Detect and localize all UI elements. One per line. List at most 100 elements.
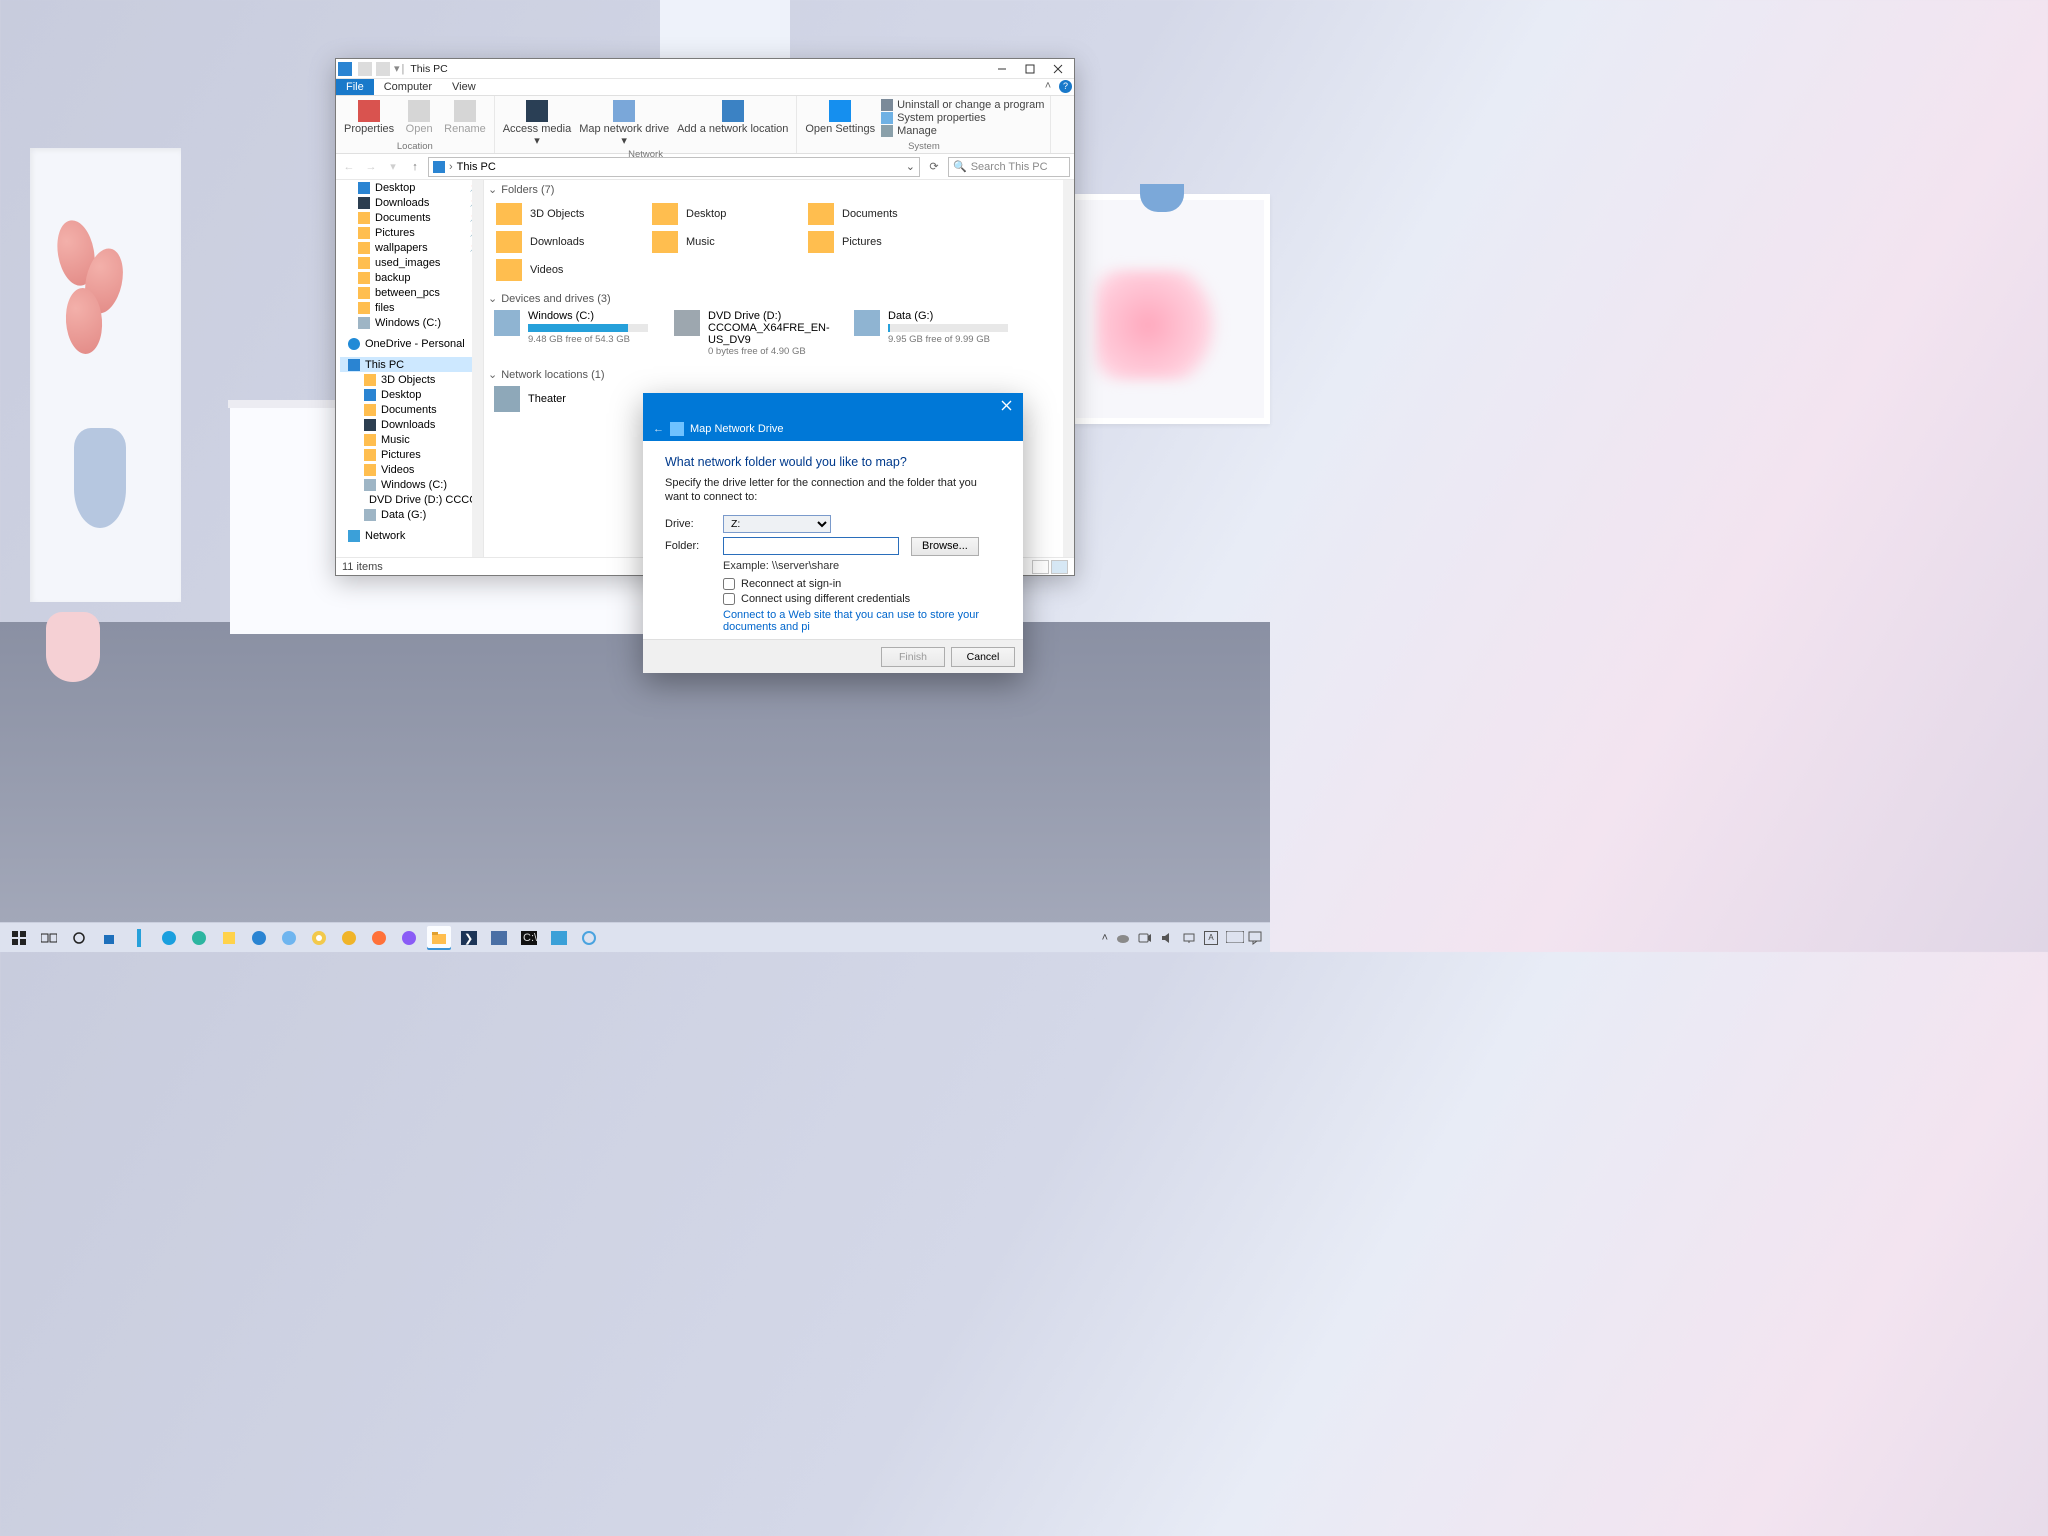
tree-item[interactable]: Windows (C:) (346, 477, 483, 492)
drive-select[interactable]: Z: (723, 515, 831, 533)
tree-item[interactable]: Documents (346, 402, 483, 417)
task-view-button[interactable] (37, 926, 61, 950)
firefox-dev-icon[interactable] (397, 926, 421, 950)
open-settings-button[interactable]: Open Settings (803, 99, 877, 137)
system-tray[interactable]: ˄ A (1102, 931, 1266, 945)
ie-icon[interactable] (247, 926, 271, 950)
tree-this-pc[interactable]: This PC (340, 357, 483, 372)
tray-chevron-up-icon[interactable]: ˄ (1102, 932, 1108, 944)
tree-item[interactable]: Data (G:) (346, 507, 483, 522)
access-media-button[interactable]: Access media▾ (501, 99, 573, 147)
folder-tile[interactable]: 3D Objects (494, 201, 646, 227)
cortana-icon[interactable] (577, 926, 601, 950)
search-input[interactable]: 🔍 Search This PC (948, 157, 1070, 177)
tree-scrollbar[interactable] (472, 180, 483, 557)
map-network-drive-button[interactable]: Map network drive▾ (577, 99, 671, 147)
view-details-button[interactable] (1032, 560, 1049, 574)
nav-forward-button[interactable]: → (362, 158, 380, 176)
tab-view[interactable]: View (442, 79, 486, 95)
tab-file[interactable]: File (336, 79, 374, 95)
tray-volume-icon[interactable] (1160, 931, 1174, 945)
maximize-button[interactable] (1016, 59, 1044, 79)
tree-item[interactable]: DVD Drive (D:) CCCOMA_X64 (346, 492, 483, 507)
app-icon-2[interactable] (217, 926, 241, 950)
folder-tile[interactable]: Music (650, 229, 802, 255)
tray-meet-now-icon[interactable] (1138, 931, 1152, 945)
photos-icon[interactable] (547, 926, 571, 950)
nav-recent-dropdown[interactable]: ▾ (384, 158, 402, 176)
tree-item[interactable]: Documents📌 (340, 210, 483, 225)
drive-tile[interactable]: Windows (C:)9.48 GB free of 54.3 GB (494, 310, 664, 357)
folder-tile[interactable]: Desktop (650, 201, 802, 227)
help-icon[interactable]: ? (1059, 80, 1072, 93)
chromium-icon[interactable] (277, 926, 301, 950)
dialog-titlebar[interactable] (643, 393, 1023, 417)
section-folders[interactable]: ⌄Folders (7) (484, 180, 1074, 199)
section-drives[interactable]: ⌄Devices and drives (3) (484, 289, 1074, 308)
tree-item[interactable]: Desktop📌 (340, 180, 483, 195)
action-center-icon[interactable] (1248, 931, 1262, 945)
network-location-tile[interactable]: Theater (494, 386, 566, 412)
tree-item[interactable]: wallpapers📌 (340, 240, 483, 255)
chrome-canary-icon[interactable] (337, 926, 361, 950)
chrome-icon[interactable] (307, 926, 331, 950)
dialog-close-button[interactable] (989, 393, 1023, 417)
close-button[interactable] (1044, 59, 1072, 79)
properties-button[interactable]: Properties (342, 99, 396, 136)
content-scrollbar[interactable] (1063, 180, 1074, 557)
folder-tile[interactable]: Pictures (806, 229, 958, 255)
credentials-checkbox[interactable] (723, 593, 735, 605)
tray-ime-icon[interactable]: A (1204, 931, 1218, 945)
browse-button[interactable]: Browse... (911, 537, 979, 556)
tree-item[interactable]: backup (340, 270, 483, 285)
qat-dropdown-icon[interactable]: ▾ (394, 62, 400, 75)
cancel-button[interactable]: Cancel (951, 647, 1015, 667)
open-button[interactable]: Open (400, 99, 438, 136)
tree-item[interactable]: Videos (346, 462, 483, 477)
uninstall-program-button[interactable]: Uninstall or change a program (881, 99, 1044, 111)
nav-back-button[interactable]: ← (340, 158, 358, 176)
dialog-back-icon[interactable]: ← (653, 423, 664, 435)
finish-button[interactable]: Finish (881, 647, 945, 667)
tree-item[interactable]: 3D Objects (346, 372, 483, 387)
tree-network[interactable]: Network (340, 528, 483, 543)
reconnect-checkbox[interactable] (723, 578, 735, 590)
tray-network-icon[interactable] (1182, 931, 1196, 945)
explorer-titlebar[interactable]: ▾ | This PC (336, 59, 1074, 79)
tree-item[interactable]: files (340, 300, 483, 315)
tree-onedrive[interactable]: OneDrive - Personal (340, 336, 483, 351)
tree-item[interactable]: Downloads (346, 417, 483, 432)
tray-keyboard-icon[interactable] (1226, 931, 1240, 945)
refresh-button[interactable]: ⟳ (924, 157, 944, 177)
powershell-icon[interactable]: ❯ (457, 926, 481, 950)
tree-item[interactable]: Pictures (346, 447, 483, 462)
section-network-locations[interactable]: ⌄Network locations (1) (484, 365, 1074, 384)
address-bar[interactable]: › This PC ⌄ (428, 157, 920, 177)
breadcrumb[interactable]: This PC (457, 161, 496, 173)
folder-tile[interactable]: Documents (806, 201, 958, 227)
system-properties-button[interactable]: System properties (881, 112, 1044, 124)
qat-icon-2[interactable] (376, 62, 390, 76)
start-button[interactable] (7, 926, 31, 950)
website-link[interactable]: Connect to a Web site that you can use t… (723, 609, 1001, 633)
tree-item[interactable]: Windows (C:) (340, 315, 483, 330)
settings-icon[interactable] (67, 926, 91, 950)
rename-button[interactable]: Rename (442, 99, 488, 136)
minimize-button[interactable] (988, 59, 1016, 79)
terminal-icon-1[interactable] (487, 926, 511, 950)
tree-item[interactable]: Desktop (346, 387, 483, 402)
drive-tile[interactable]: DVD Drive (D:) CCCOMA_X64FRE_EN-US_DV90 … (674, 310, 844, 357)
tree-item[interactable]: used_images (340, 255, 483, 270)
nav-up-button[interactable]: ↑ (406, 158, 424, 176)
ribbon-collapse-icon[interactable]: ˄ (1041, 79, 1055, 93)
taskbar[interactable]: ❯ C:\ ˄ A (0, 922, 1270, 952)
tray-onedrive-icon[interactable] (1116, 931, 1130, 945)
cmd-icon[interactable]: C:\ (517, 926, 541, 950)
tab-computer[interactable]: Computer (374, 79, 442, 95)
app-icon-1[interactable] (127, 926, 151, 950)
edge-icon[interactable] (157, 926, 181, 950)
tree-item[interactable]: between_pcs (340, 285, 483, 300)
manage-button[interactable]: Manage (881, 125, 1044, 137)
folder-tile[interactable]: Downloads (494, 229, 646, 255)
tree-item[interactable]: Music (346, 432, 483, 447)
